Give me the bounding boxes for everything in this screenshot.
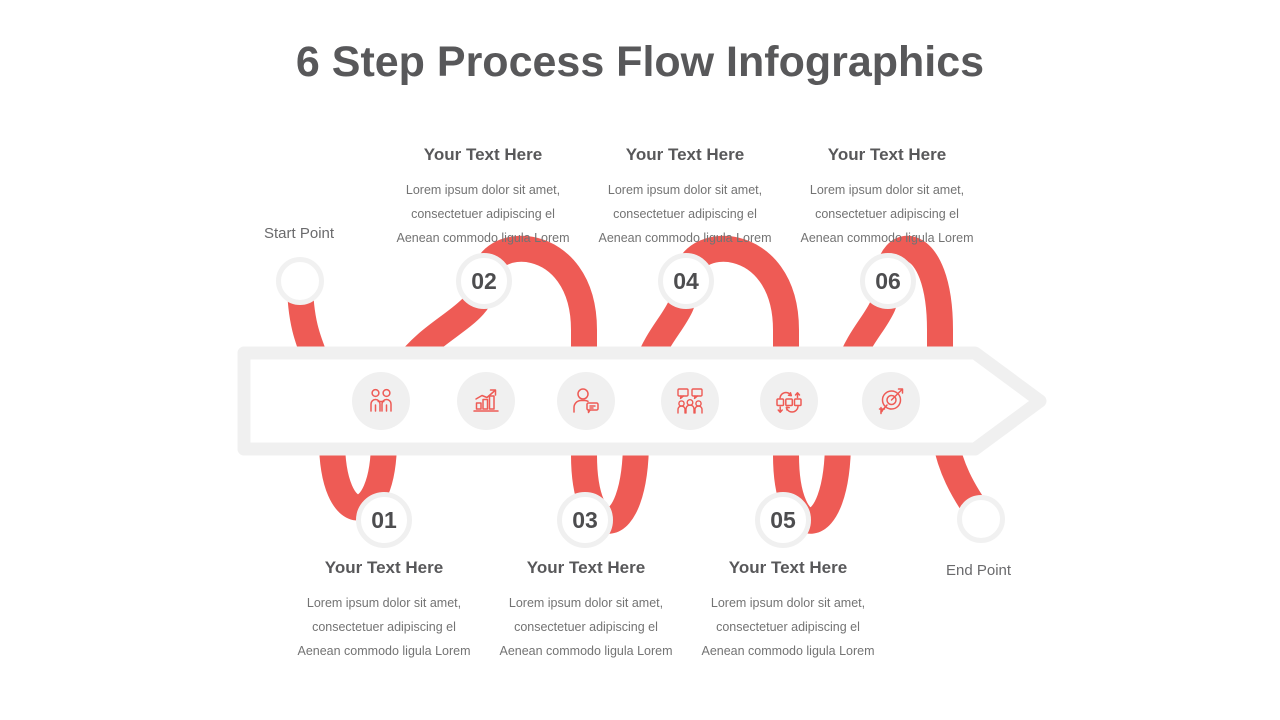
step-body-line-1: Lorem ipsum dolor sit amet, [710, 596, 866, 610]
step-badge-3[interactable]: 03 [557, 492, 613, 548]
team-discussion-icon [677, 388, 703, 414]
step-icon-4-team-discussion[interactable] [661, 372, 719, 430]
step-body-line-1: Lorem ipsum dolor sit amet, [405, 183, 561, 197]
step-icon-1-team[interactable] [352, 372, 410, 430]
infographic-canvas: 6 Step Process Flow Infographics Start P… [0, 0, 1280, 720]
step-body-line-3: Aenean commodo ligula Lorem [396, 231, 570, 245]
step-badge-4[interactable]: 04 [658, 253, 714, 309]
step-icon-6-target-goal[interactable] [862, 372, 920, 430]
end-point-label: End Point [946, 562, 1012, 579]
step-body-line-2: consectetuer adipiscing el [411, 207, 555, 221]
step-text-block-1: Your Text Here Lorem ipsum dolor sit ame… [269, 558, 499, 663]
user-feedback-icon [573, 388, 599, 414]
step-body-line-3: Aenean commodo ligula Lorem [297, 644, 471, 658]
step-body-line-2: consectetuer adipiscing el [815, 207, 959, 221]
step-text-block-5: Your Text Here Lorem ipsum dolor sit ame… [673, 558, 903, 663]
step-icon-2-growth-chart[interactable] [457, 372, 515, 430]
step-heading-1: Your Text Here [324, 558, 444, 577]
step-badge-2[interactable]: 02 [456, 253, 512, 309]
step-badge-1[interactable]: 01 [356, 492, 412, 548]
step-body-line-3: Aenean commodo ligula Lorem [701, 644, 875, 658]
step-heading-3: Your Text Here [526, 558, 646, 577]
step-icon-5-workflow-cycle[interactable] [760, 372, 818, 430]
step-body-line-3: Aenean commodo ligula Lorem [499, 644, 673, 658]
step-body-line-1: Lorem ipsum dolor sit amet, [508, 596, 664, 610]
step-heading-4: Your Text Here [625, 145, 745, 164]
step-text-block-2: Your Text Here Lorem ipsum dolor sit ame… [368, 145, 598, 250]
step-body-line-3: Aenean commodo ligula Lorem [598, 231, 772, 245]
step-badge-6[interactable]: 06 [860, 253, 916, 309]
team-icon [370, 388, 392, 412]
step-body-line-2: consectetuer adipiscing el [312, 620, 456, 634]
growth-chart-icon [473, 389, 499, 412]
step-body-line-1: Lorem ipsum dolor sit amet, [607, 183, 763, 197]
step-body-line-1: Lorem ipsum dolor sit amet, [809, 183, 965, 197]
step-icon-3-user-feedback[interactable] [557, 372, 615, 430]
step-body-line-2: consectetuer adipiscing el [613, 207, 757, 221]
step-body-line-3: Aenean commodo ligula Lorem [800, 231, 974, 245]
step-heading-2: Your Text Here [423, 145, 543, 164]
step-heading-6: Your Text Here [827, 145, 947, 164]
step-text-block-4: Your Text Here Lorem ipsum dolor sit ame… [570, 145, 800, 250]
target-goal-icon [878, 388, 904, 415]
end-point-ring [957, 495, 1005, 543]
step-heading-5: Your Text Here [728, 558, 848, 577]
step-body-line-1: Lorem ipsum dolor sit amet, [306, 596, 462, 610]
step-body-line-2: consectetuer adipiscing el [514, 620, 658, 634]
step-body-line-2: consectetuer adipiscing el [716, 620, 860, 634]
step-badge-5[interactable]: 05 [755, 492, 811, 548]
step-text-block-6: Your Text Here Lorem ipsum dolor sit ame… [772, 145, 1002, 250]
step-text-block-3: Your Text Here Lorem ipsum dolor sit ame… [471, 558, 701, 663]
start-point-ring [276, 257, 324, 305]
workflow-cycle-icon [776, 391, 802, 413]
start-point-label: Start Point [264, 225, 335, 242]
